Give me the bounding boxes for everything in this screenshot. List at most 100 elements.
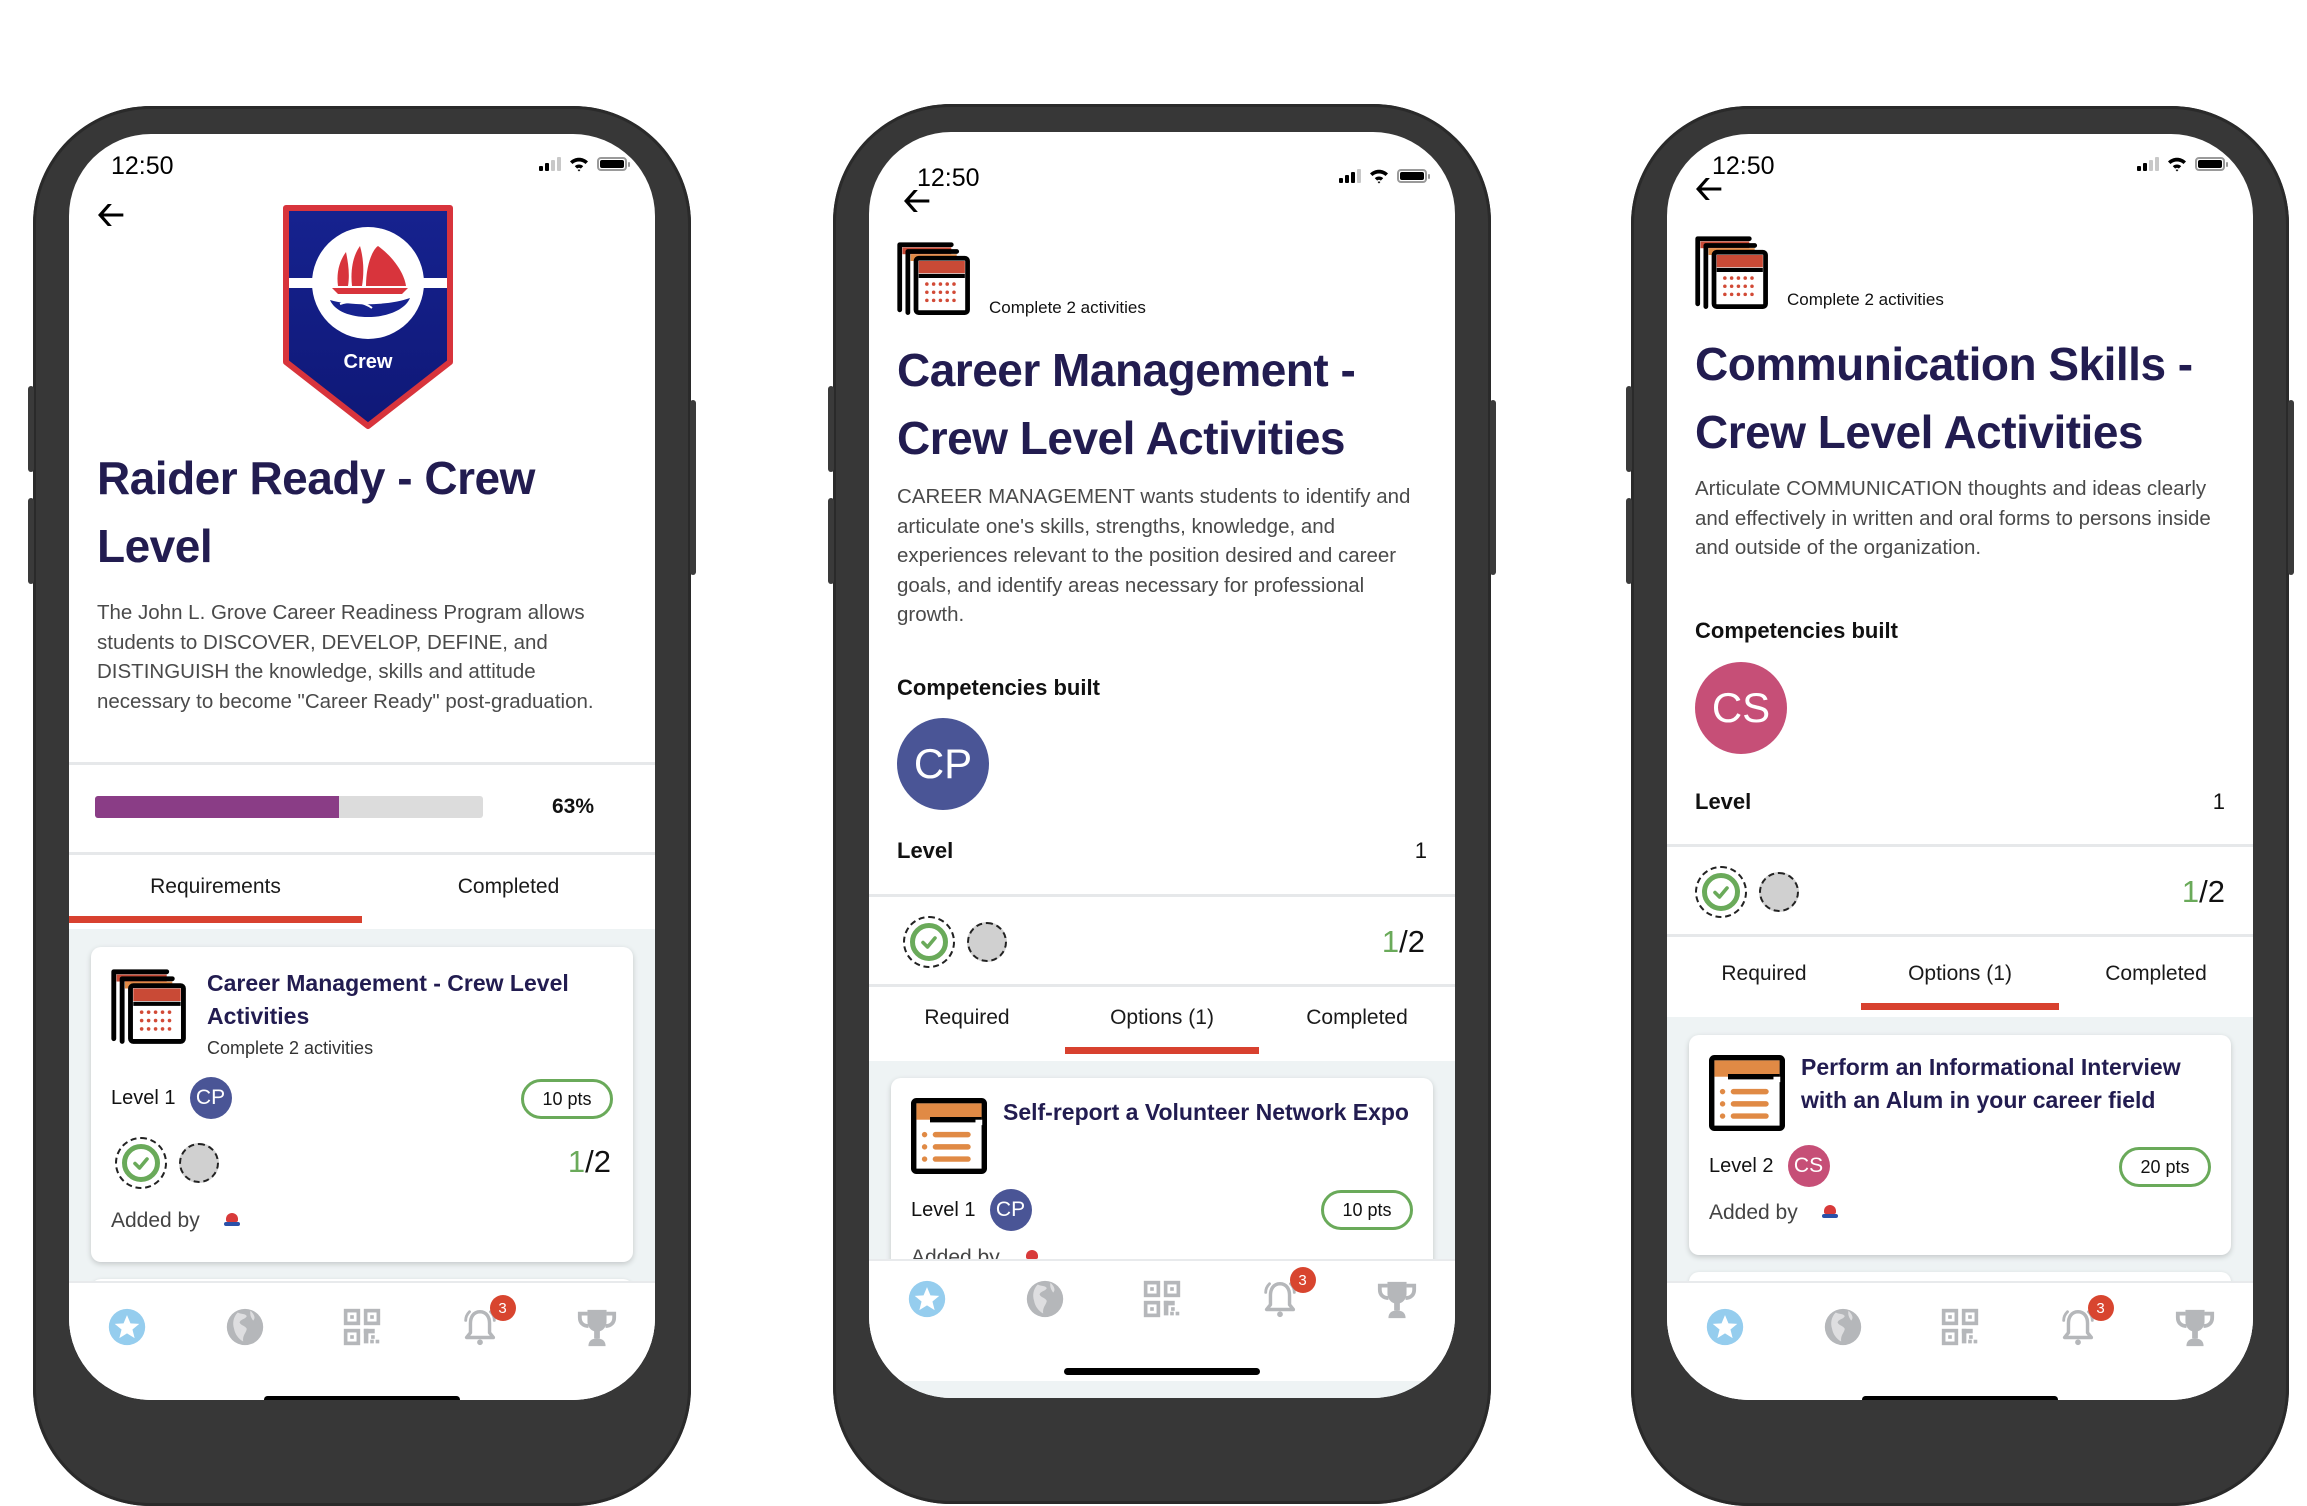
wifi-icon (569, 156, 589, 172)
activity-group-title: Career Management - Crew Level Activitie… (897, 344, 1356, 464)
tab-home[interactable] (1703, 1305, 1747, 1349)
tab-completed[interactable]: Completed (1259, 998, 1455, 1054)
back-arrow-icon[interactable]: 🡠 (903, 184, 931, 218)
requirement-card[interactable]: Career Management - Crew Level Activitie… (91, 947, 633, 1262)
added-by: Added by (1709, 1201, 1840, 1225)
tab-scan[interactable] (1140, 1277, 1184, 1321)
tab-explore[interactable] (1821, 1305, 1865, 1349)
tab-required[interactable]: Required (869, 998, 1065, 1054)
divider (1667, 844, 2253, 847)
tab-explore[interactable] (1023, 1277, 1067, 1321)
card-level-label: Level 1 (911, 1198, 976, 1221)
competency-avatar-cp: CP (897, 718, 989, 810)
tab-achievements[interactable] (2173, 1305, 2217, 1349)
status-icons (539, 156, 630, 172)
star-icon (907, 1279, 947, 1319)
star-icon (1705, 1307, 1745, 1347)
activity-group-description: CAREER MANAGEMENT wants students to iden… (897, 485, 1411, 626)
notification-badge: 3 (1289, 1267, 1316, 1293)
home-indicator (264, 1396, 460, 1400)
tab-completed[interactable]: Completed (2059, 954, 2253, 1010)
pending-circle-icon (967, 922, 1007, 962)
program-description: The John L. Grove Career Readiness Progr… (97, 601, 594, 713)
activity-stack-icon (111, 969, 189, 1047)
back-arrow-icon[interactable]: 🡠 (1695, 172, 1723, 206)
activity-list-icon (1709, 1055, 1785, 1131)
back-arrow-icon[interactable]: 🡠 (97, 198, 125, 232)
card-level-label: Level 1 (111, 1086, 176, 1109)
tab-explore[interactable] (223, 1305, 267, 1349)
tab-achievements[interactable] (1375, 1277, 1419, 1321)
level-value: 1 (1414, 838, 1427, 863)
volume-up-button (28, 386, 34, 472)
home-indicator (1862, 1396, 2058, 1400)
progress-bar (95, 796, 483, 818)
progress-percent: 63% (552, 795, 595, 818)
activity-group-title: Communication Skills - Crew Level Activi… (1695, 338, 2193, 458)
volume-down-button (828, 498, 834, 584)
competency-avatar-cp: CP (989, 1189, 1032, 1231)
globe-icon (1823, 1307, 1863, 1347)
completed-check-icon (1695, 866, 1747, 918)
level-label: Level (1695, 789, 1752, 814)
power-button (690, 400, 696, 575)
tabs: Requirements Completed (69, 867, 655, 923)
tab-required[interactable]: Required (1667, 954, 1861, 1010)
level-row: Level 1 (897, 838, 1427, 864)
battery-icon (597, 157, 630, 171)
wifi-icon (2167, 156, 2187, 172)
notification-badge: 3 (489, 1295, 516, 1321)
level-label: Level (897, 838, 954, 863)
pending-circle-icon (179, 1143, 219, 1183)
power-button (1490, 400, 1496, 575)
tab-options[interactable]: Options (1) (1861, 954, 2059, 1010)
trophy-icon (2174, 1306, 2216, 1348)
signal-icon (2137, 157, 2159, 171)
card-level: Level 1 CP (911, 1189, 1032, 1231)
completion-ratio: 1/2 (1381, 924, 1425, 959)
tabs: Required Options (1) Completed (1667, 954, 2253, 1010)
qr-code-icon (342, 1307, 382, 1347)
card-title: Perform an Informational Interview with … (1801, 1054, 2181, 1113)
tab-home[interactable] (905, 1277, 949, 1321)
qr-code-icon (1142, 1279, 1182, 1319)
tab-notifications[interactable]: 3 (1258, 1267, 1316, 1321)
program-title: Raider Ready - Crew Level (97, 452, 535, 572)
tab-options[interactable]: Options (1) (1065, 998, 1259, 1054)
tab-notifications[interactable]: 3 (2056, 1295, 2114, 1349)
card-title: Career Management - Crew Level Activitie… (207, 970, 569, 1029)
activity-group-description: Articulate COMMUNICATION thoughts and id… (1695, 477, 2211, 559)
tab-completed[interactable]: Completed (362, 867, 655, 923)
tab-notifications[interactable]: 3 (458, 1295, 516, 1349)
completion-ratio: 1/2 (2181, 874, 2225, 909)
points-badge: 10 pts (1321, 1190, 1413, 1230)
university-logo-icon (222, 1213, 242, 1229)
volume-up-button (828, 386, 834, 472)
activity-list-icon (911, 1098, 987, 1174)
tab-achievements[interactable] (575, 1305, 619, 1349)
completion-ratio: 1/2 (567, 1144, 611, 1179)
card-title: Self-report a Volunteer Network Expo (1003, 1099, 1409, 1125)
competencies-label: Competencies built (897, 675, 1100, 700)
status-time: 12:50 (111, 152, 174, 180)
tab-scan[interactable] (340, 1305, 384, 1349)
progress-fill (95, 796, 340, 818)
divider (869, 984, 1455, 987)
added-by: Added by (111, 1209, 242, 1233)
bottom-tab-bar: 3 (69, 1281, 655, 1400)
phone-frame-2: 12:50 🡠 Complete 2 activities Career Man… (828, 104, 1496, 1504)
university-logo-icon (1820, 1205, 1840, 1221)
screen-program-overview: 12:50 🡠 Crew Raider Ready - Crew Level T… (69, 134, 655, 1400)
trophy-icon (1376, 1278, 1418, 1320)
bottom-tab-bar: 3 (869, 1259, 1455, 1381)
power-button (2288, 400, 2294, 575)
battery-icon (1397, 169, 1430, 183)
volume-down-button (28, 498, 34, 584)
level-value: 1 (2212, 789, 2225, 814)
tab-requirements[interactable]: Requirements (69, 867, 362, 923)
tab-home[interactable] (105, 1305, 149, 1349)
screen-communication-skills: 12:50 🡠 Complete 2 activities Communicat… (1667, 134, 2253, 1400)
activity-card[interactable]: Perform an Informational Interview with … (1689, 1035, 2231, 1255)
tab-scan[interactable] (1938, 1305, 1982, 1349)
volume-up-button (1626, 386, 1632, 472)
